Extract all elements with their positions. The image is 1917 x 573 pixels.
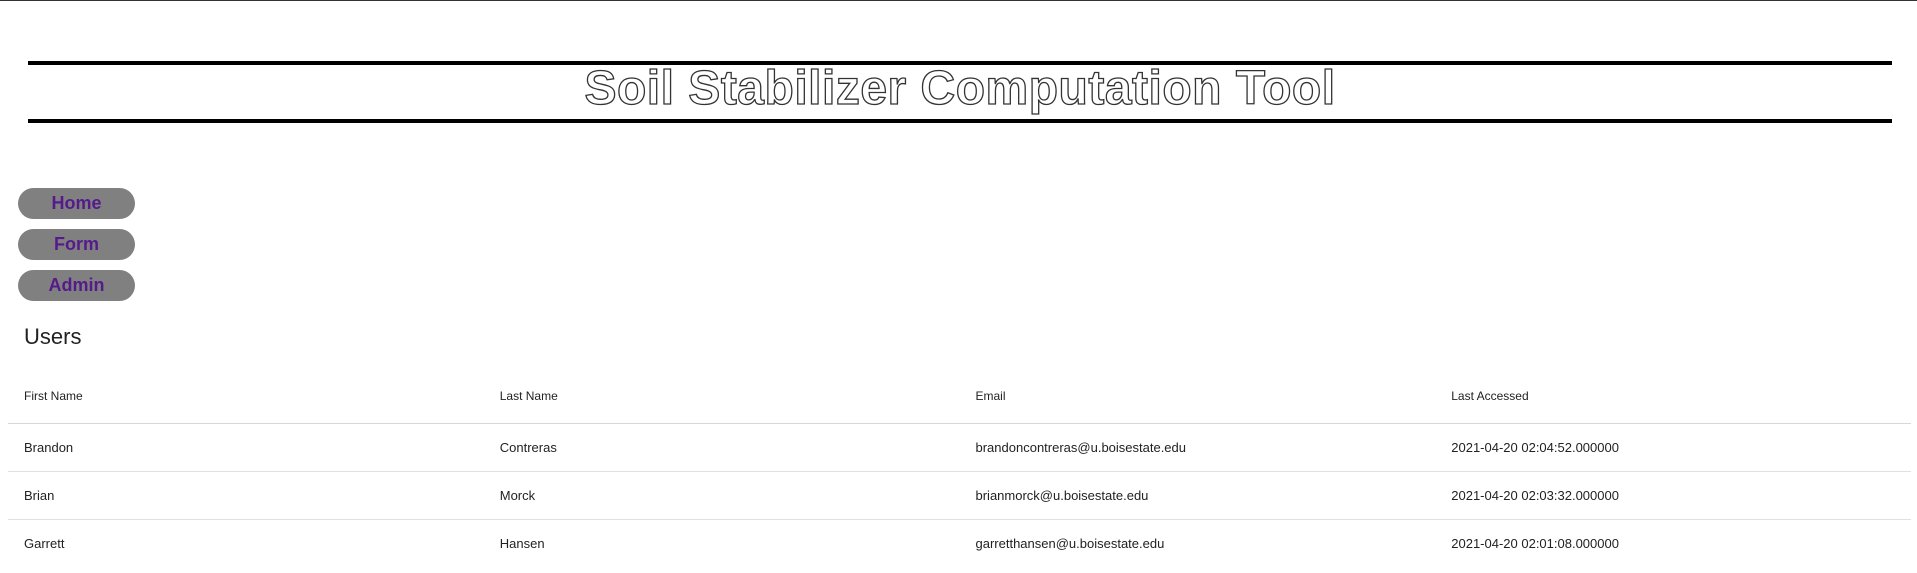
table-row: Brian Morck brianmorck@u.boisestate.edu …: [8, 471, 1911, 520]
admin-button[interactable]: Admin: [18, 270, 135, 301]
users-table-container: First Name Last Name Email Last Accessed…: [8, 369, 1911, 567]
home-button[interactable]: Home: [18, 188, 135, 219]
column-header-last-name: Last Name: [483, 369, 960, 424]
form-button[interactable]: Form: [18, 229, 135, 260]
table-row: Brandon Contreras brandoncontreras@u.boi…: [8, 423, 1911, 472]
users-table: First Name Last Name Email Last Accessed…: [8, 369, 1911, 567]
column-header-last-accessed: Last Accessed: [1435, 369, 1911, 424]
table-header-row: First Name Last Name Email Last Accessed: [8, 369, 1911, 424]
users-heading: Users: [24, 324, 82, 349]
page: Soil Stabilizer Computation Tool Home Fo…: [0, 0, 1917, 573]
table-row: Garrett Hansen garretthansen@u.boisestat…: [8, 520, 1911, 568]
cell-first-name: Brian: [8, 471, 484, 520]
cell-last-name: Morck: [483, 471, 960, 520]
cell-email: garretthansen@u.boisestate.edu: [975, 536, 1165, 551]
column-header-first-name: First Name: [8, 369, 484, 424]
cell-last-name: Hansen: [499, 536, 545, 551]
cell-last-accessed: 2021-04-20 02:04:52.000000: [1435, 423, 1911, 472]
cell-last-accessed: 2021-04-20 02:01:08.000000: [1451, 536, 1619, 551]
cell-last-name: Contreras: [483, 423, 960, 472]
cell-first-name: Brandon: [8, 423, 484, 472]
column-header-email: Email: [959, 369, 1436, 424]
page-title: Soil Stabilizer Computation Tool: [584, 62, 1336, 115]
header-banner: Soil Stabilizer Computation Tool: [28, 61, 1892, 123]
nav-menu: Home Form Admin: [18, 188, 135, 301]
cell-email: brandoncontreras@u.boisestate.edu: [959, 423, 1436, 472]
cell-last-accessed: 2021-04-20 02:03:32.000000: [1435, 471, 1911, 520]
cell-email: brianmorck@u.boisestate.edu: [959, 471, 1436, 520]
cell-first-name: Garrett: [24, 536, 65, 551]
